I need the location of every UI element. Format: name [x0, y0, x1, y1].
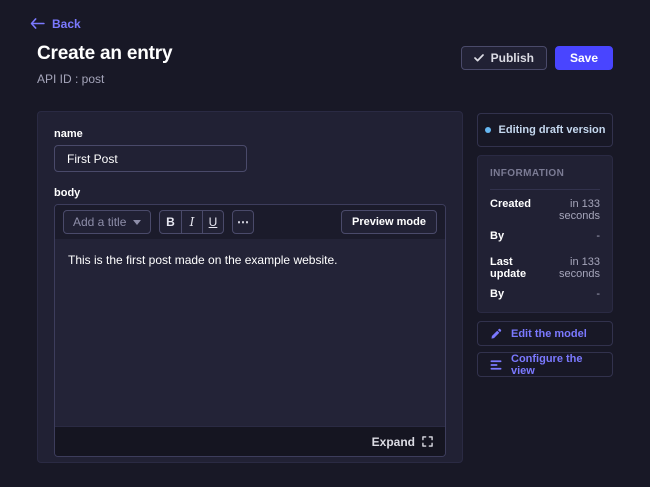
- bold-button[interactable]: B: [160, 211, 181, 233]
- italic-button[interactable]: I: [181, 211, 202, 233]
- info-row-label: Last update: [490, 256, 540, 280]
- draft-dot-icon: [485, 127, 491, 133]
- edit-model-button[interactable]: Edit the model: [477, 321, 613, 346]
- back-label: Back: [52, 17, 81, 31]
- pencil-icon: [490, 328, 502, 340]
- configure-view-button[interactable]: Configure the view: [477, 352, 613, 377]
- body-field-label: body: [54, 187, 446, 199]
- editor-content[interactable]: This is the first post made on the examp…: [55, 239, 445, 426]
- header-actions: Publish Save: [461, 46, 613, 70]
- name-field: name: [54, 128, 446, 172]
- draft-status-box: Editing draft version: [477, 113, 613, 147]
- info-row-last-update: Last update in 133 seconds: [490, 256, 600, 280]
- body-field: body Add a title B I U ⋯: [54, 187, 446, 457]
- page-title: Create an entry: [37, 43, 172, 65]
- back-link[interactable]: Back: [30, 17, 81, 31]
- topbar: Back Create an entry API ID : post Publi…: [0, 0, 650, 86]
- layout-lines-icon: [490, 359, 502, 371]
- divider: [490, 189, 600, 190]
- chevron-down-icon: [133, 220, 141, 225]
- info-row-label: By: [490, 230, 504, 242]
- info-row-value: in 133 seconds: [540, 256, 600, 280]
- preview-mode-label: Preview mode: [352, 216, 426, 228]
- editor-toolbar: Add a title B I U ⋯ Preview mode: [55, 205, 445, 239]
- title-style-select-value: Add a title: [73, 215, 126, 229]
- publish-label: Publish: [491, 51, 534, 65]
- sidebar: Editing draft version INFORMATION Create…: [477, 113, 613, 383]
- title-style-select[interactable]: Add a title: [63, 210, 151, 234]
- info-row-value: -: [596, 288, 600, 300]
- information-title: INFORMATION: [490, 168, 600, 179]
- expand-button[interactable]: Expand: [372, 435, 433, 449]
- rich-text-editor: Add a title B I U ⋯ Preview mode: [54, 204, 446, 457]
- preview-mode-button[interactable]: Preview mode: [341, 210, 437, 234]
- info-row-label: Created: [490, 198, 531, 210]
- entry-form-card: name body Add a title B I U: [37, 111, 463, 463]
- more-options-button[interactable]: ⋯: [232, 210, 254, 234]
- name-field-label: name: [54, 128, 446, 140]
- info-row-created-by: By -: [490, 230, 600, 242]
- expand-icon: [422, 436, 433, 447]
- editor-paragraph: This is the first post made on the examp…: [68, 253, 432, 267]
- configure-view-label: Configure the view: [511, 353, 600, 377]
- underline-button[interactable]: U: [202, 211, 223, 233]
- title-block: Create an entry API ID : post: [37, 43, 172, 86]
- save-button[interactable]: Save: [555, 46, 613, 70]
- info-row-value: in 133 seconds: [531, 198, 600, 222]
- save-label: Save: [570, 51, 598, 65]
- info-row-updated-by: By -: [490, 288, 600, 300]
- expand-label: Expand: [372, 435, 415, 449]
- info-row-created: Created in 133 seconds: [490, 198, 600, 222]
- info-row-value: -: [596, 230, 600, 242]
- name-input[interactable]: [54, 145, 247, 172]
- header-row: Create an entry API ID : post Publish Sa…: [30, 43, 613, 86]
- api-id-label: API ID : post: [37, 72, 172, 86]
- editor-footer: Expand: [55, 426, 445, 456]
- check-icon: [474, 54, 484, 62]
- information-panel: INFORMATION Created in 133 seconds By - …: [477, 155, 613, 313]
- arrow-left-icon: [30, 18, 45, 29]
- info-row-label: By: [490, 288, 504, 300]
- format-button-group: B I U: [159, 210, 224, 234]
- ellipsis-icon: ⋯: [237, 215, 249, 229]
- edit-model-label: Edit the model: [511, 328, 587, 340]
- draft-status-label: Editing draft version: [499, 124, 606, 136]
- publish-button[interactable]: Publish: [461, 46, 547, 70]
- content-area: name body Add a title B I U: [0, 86, 650, 463]
